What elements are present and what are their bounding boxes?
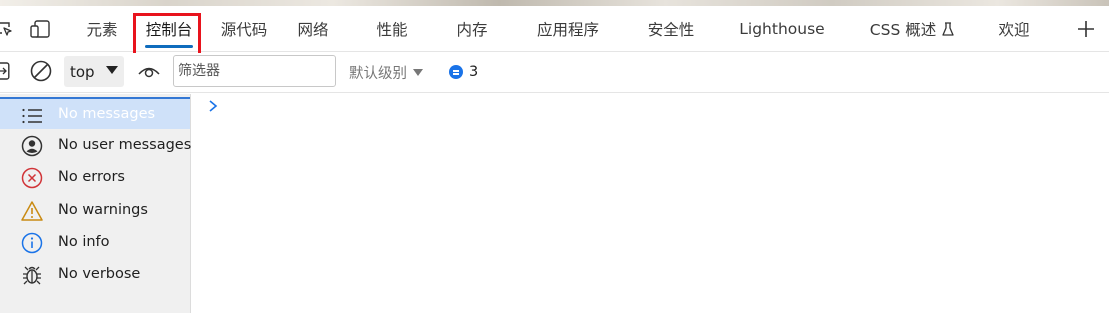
sidebar-item-errors[interactable]: No errors <box>0 161 190 193</box>
tab-label: 内存 <box>456 21 488 39</box>
tab-label: 网络 <box>297 21 329 39</box>
context-selector[interactable]: top <box>64 56 124 87</box>
live-expression-eye-icon[interactable] <box>137 62 161 80</box>
tab-css-overview[interactable]: CSS 概述 <box>862 6 962 52</box>
filter-input[interactable] <box>173 55 336 87</box>
console-output[interactable] <box>192 94 1109 313</box>
tab-label: 欢迎 <box>998 21 1030 39</box>
warning-icon <box>20 199 44 223</box>
tab-label: 安全性 <box>647 21 695 39</box>
info-icon <box>20 231 44 255</box>
error-icon <box>20 166 44 190</box>
log-levels-dropdown[interactable]: 默认级别 <box>349 57 423 87</box>
sidebar-item-label: No warnings <box>58 202 148 218</box>
tab-console[interactable]: 控制台 <box>137 6 201 52</box>
user-icon <box>20 134 44 158</box>
sidebar-item-warnings[interactable]: No warnings <box>0 194 190 226</box>
console-toolbar: top 默认级别 3 <box>0 53 1109 93</box>
tab-label: 元素 <box>86 21 118 39</box>
tab-performance[interactable]: 性能 <box>364 6 420 52</box>
issues-message-icon <box>449 65 463 79</box>
tab-application[interactable]: 应用程序 <box>526 6 610 52</box>
tab-elements[interactable]: 元素 <box>76 6 128 52</box>
tab-label: Lighthouse <box>739 20 825 38</box>
log-levels-label: 默认级别 <box>349 65 407 82</box>
active-tab-indicator <box>145 45 193 48</box>
sidebar-item-info[interactable]: No info <box>0 226 190 258</box>
tab-network[interactable]: 网络 <box>287 6 339 52</box>
console-sidebar: No messages No user messages No errors N… <box>0 94 191 313</box>
tab-welcome[interactable]: 欢迎 <box>990 6 1038 52</box>
sidebar-item-label: No messages <box>58 106 156 122</box>
chevron-down-icon <box>106 66 118 74</box>
flask-icon <box>942 21 954 37</box>
sidebar-item-label: No info <box>58 234 110 250</box>
clear-console-icon[interactable] <box>30 60 52 82</box>
tab-label: 应用程序 <box>536 21 599 39</box>
issues-count: 3 <box>469 64 479 80</box>
device-emulation-icon[interactable] <box>29 6 53 52</box>
tab-label: CSS 概述 <box>869 21 937 39</box>
console-prompt-chevron-icon[interactable] <box>206 98 220 112</box>
tab-sources[interactable]: 源代码 <box>212 6 276 52</box>
sidebar-item-user-messages[interactable]: No user messages <box>0 129 192 161</box>
tab-memory[interactable]: 内存 <box>444 6 500 52</box>
inspect-element-icon[interactable] <box>0 6 16 52</box>
sidebar-item-verbose[interactable]: No verbose <box>0 258 190 290</box>
tab-label: 性能 <box>376 21 408 39</box>
chevron-down-icon <box>413 68 423 76</box>
tab-security[interactable]: 安全性 <box>636 6 706 52</box>
add-tab-icon[interactable] <box>1072 6 1100 52</box>
tab-label: 源代码 <box>220 21 268 39</box>
sidebar-item-label: No user messages <box>58 137 192 153</box>
tab-lighthouse[interactable]: Lighthouse <box>734 6 830 52</box>
sidebar-item-label: No verbose <box>58 266 141 282</box>
devtools-tabbar: 元素 控制台 源代码 网络 性能 内存 应用程序 安全性 Lighthouse … <box>0 6 1109 52</box>
sidebar-item-label: No errors <box>58 169 125 185</box>
bug-icon <box>20 263 44 287</box>
issues-counter[interactable]: 3 <box>449 57 478 87</box>
sidebar-item-messages[interactable]: No messages <box>0 97 190 129</box>
context-value: top <box>70 62 95 81</box>
tab-label: 控制台 <box>145 21 193 39</box>
sidebar-toggle-icon[interactable] <box>0 62 10 80</box>
list-icon <box>20 104 44 128</box>
